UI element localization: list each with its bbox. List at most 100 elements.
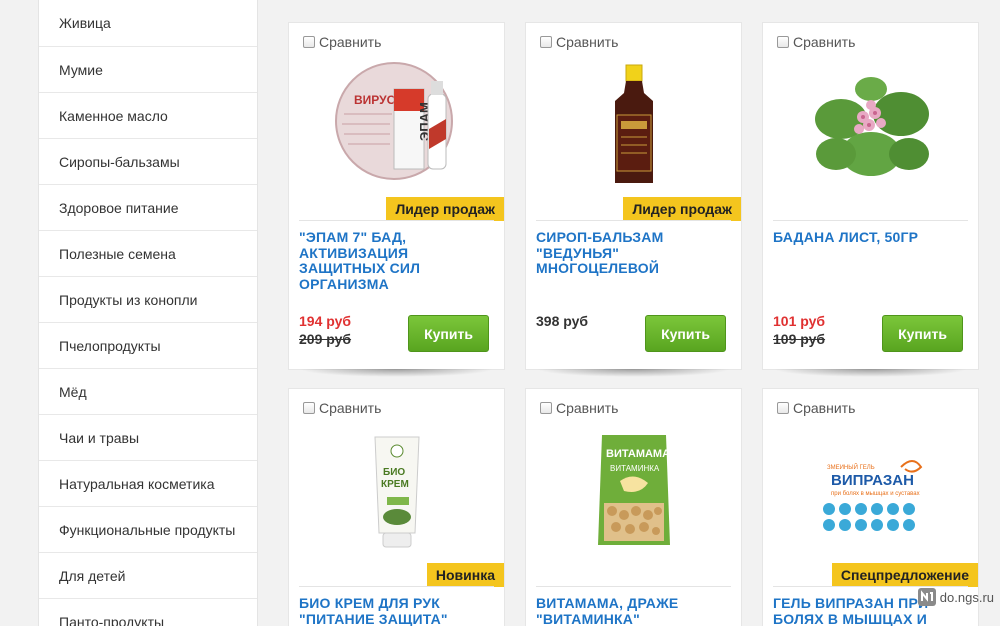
compare-label: Сравнить bbox=[319, 34, 382, 50]
checkbox-icon[interactable] bbox=[540, 402, 552, 414]
card-shadow bbox=[773, 369, 968, 377]
sidebar-item-seeds[interactable]: Полезные семена bbox=[39, 231, 257, 277]
product-price: 194 руб bbox=[299, 313, 352, 329]
buy-button[interactable]: Купить bbox=[408, 315, 489, 352]
product-price: 398 руб bbox=[536, 313, 589, 329]
card-shadow bbox=[536, 369, 731, 377]
product-title[interactable]: БИО КРЕМ ДЛЯ РУК "ПИТАНИЕ ЗАЩИТА" bbox=[299, 595, 496, 626]
compare-checkbox[interactable]: Сравнить bbox=[540, 400, 618, 416]
sidebar-item-teas[interactable]: Чаи и травы bbox=[39, 415, 257, 461]
compare-label: Сравнить bbox=[556, 34, 619, 50]
svg-text:КРЕМ: КРЕМ bbox=[381, 479, 409, 490]
site-watermark: do.ngs.ru bbox=[917, 588, 994, 606]
sidebar-item-label: Функциональные продукты bbox=[59, 521, 236, 538]
compare-checkbox[interactable]: Сравнить bbox=[303, 400, 381, 416]
sidebar-item-label: Панто-продукты bbox=[59, 613, 165, 626]
syrup-bottle-image bbox=[614, 64, 653, 183]
compare-checkbox[interactable]: Сравнить bbox=[777, 400, 855, 416]
epam-7-bottle-image: ВИРУСА Н ЭПАМ bbox=[334, 62, 453, 180]
compare-checkbox[interactable]: Сравнить bbox=[540, 34, 618, 50]
ngs-logo-icon bbox=[917, 588, 936, 606]
svg-text:ВИТАМИНКА: ВИТАМИНКА bbox=[610, 464, 660, 473]
product-title[interactable]: ВИТАМАМА, ДРАЖЕ "ВИТАМИНКА" bbox=[536, 595, 733, 626]
sidebar-item-label: Мумие bbox=[59, 61, 103, 78]
checkbox-icon[interactable] bbox=[777, 36, 789, 48]
compare-label: Сравнить bbox=[319, 400, 382, 416]
viprazan-gel-image: ЗМЕИНЫЙ ГЕЛЬ ВИПРАЗАН при болях в мышцах… bbox=[822, 460, 922, 531]
svg-text:БИО: БИО bbox=[383, 467, 405, 478]
product-image[interactable] bbox=[526, 59, 741, 189]
sidebar-item-label: Полезные семена bbox=[59, 245, 176, 262]
product-card: Сравнить Лидер продаж СИРОП-БАЛЬЗАМ "ВЕД… bbox=[525, 22, 742, 377]
compare-checkbox[interactable]: Сравнить bbox=[303, 34, 381, 50]
sidebar-item-label: Натуральная косметика bbox=[59, 475, 215, 492]
divider bbox=[773, 220, 968, 221]
watermark-text: do.ngs.ru bbox=[939, 589, 994, 605]
product-image[interactable] bbox=[763, 59, 978, 189]
sidebar-item-label: Чаи и травы bbox=[59, 429, 140, 446]
product-price: 101 руб bbox=[773, 313, 826, 329]
product-image[interactable]: ВИРУСА Н ЭПАМ bbox=[289, 59, 504, 189]
status-badge: Новинка bbox=[426, 563, 504, 587]
checkbox-icon[interactable] bbox=[303, 36, 315, 48]
svg-text:при болях в мышцах и суставах: при болях в мышцах и суставах bbox=[831, 491, 920, 497]
divider bbox=[299, 220, 494, 221]
vitamama-pack-image: ВИТАМАМА ВИТАМИНКА bbox=[597, 435, 670, 545]
sidebar-item-functional[interactable]: Функциональные продукты bbox=[39, 507, 257, 553]
sidebar-item-bee-products[interactable]: Пчелопродукты bbox=[39, 323, 257, 369]
status-badge: Спецпредложение bbox=[831, 563, 978, 587]
svg-text:ЗМЕИНЫЙ ГЕЛЬ: ЗМЕИНЫЙ ГЕЛЬ bbox=[827, 463, 875, 471]
sidebar-item-label: Для детей bbox=[59, 567, 126, 584]
divider bbox=[536, 586, 731, 587]
divider bbox=[536, 220, 731, 221]
category-sidebar: Живица Мумие Каменное масло Сиропы-бальз… bbox=[38, 0, 258, 626]
checkbox-icon[interactable] bbox=[303, 402, 315, 414]
sidebar-item-zhivitsa[interactable]: Живица bbox=[39, 0, 257, 47]
product-old-price: 109 руб bbox=[773, 331, 826, 347]
badan-plant-image bbox=[814, 77, 929, 176]
sidebar-item-label: Продукты из конопли bbox=[59, 291, 198, 308]
compare-label: Сравнить bbox=[793, 400, 856, 416]
sidebar-item-healthy-food[interactable]: Здоровое питание bbox=[39, 185, 257, 231]
product-card: Сравнить БИО КРЕМ Новинка БИО КРЕМ ДЛЯ Р… bbox=[288, 388, 505, 626]
compare-checkbox[interactable]: Сравнить bbox=[777, 34, 855, 50]
divider bbox=[299, 586, 494, 587]
product-title[interactable]: БАДАНА ЛИСТ, 50ГР bbox=[773, 229, 970, 246]
product-card: Сравнить ВИРУСА Н ЭПАМ Лидер продаж "ЭПА… bbox=[288, 22, 505, 377]
card-shadow bbox=[299, 369, 494, 377]
sidebar-item-label: Сиропы-бальзамы bbox=[59, 153, 180, 170]
product-card: Сравнить ВИТАМАМА ВИТАМИНКА ВИТАМАМА, ДР… bbox=[525, 388, 742, 626]
status-badge: Лидер продаж bbox=[386, 197, 504, 221]
svg-text:ВИТАМАМА: ВИТАМАМА bbox=[606, 448, 670, 460]
product-title[interactable]: "ЭПАМ 7" БАД, АКТИВИЗАЦИЯ ЗАЩИТНЫХ СИЛ О… bbox=[299, 229, 496, 292]
compare-label: Сравнить bbox=[556, 400, 619, 416]
sidebar-item-label: Пчелопродукты bbox=[59, 337, 161, 354]
product-image[interactable]: ЗМЕИНЫЙ ГЕЛЬ ВИПРАЗАН при болях в мышцах… bbox=[763, 425, 978, 555]
svg-text:ВИПРАЗАН: ВИПРАЗАН bbox=[831, 472, 914, 489]
sidebar-item-kids[interactable]: Для детей bbox=[39, 553, 257, 599]
product-image[interactable]: ВИТАМАМА ВИТАМИНКА bbox=[526, 425, 741, 555]
buy-button[interactable]: Купить bbox=[645, 315, 726, 352]
sidebar-item-label: Здоровое питание bbox=[59, 199, 179, 216]
divider bbox=[773, 586, 968, 587]
product-title[interactable]: СИРОП-БАЛЬЗАМ "ВЕДУНЬЯ" МНОГОЦЕЛЕВОЙ bbox=[536, 229, 733, 277]
product-card: Сравнить БАДАНА ЛИСТ, 50ГР 101 руб 109 р… bbox=[762, 22, 979, 377]
sidebar-item-honey[interactable]: Мёд bbox=[39, 369, 257, 415]
sidebar-item-syrups[interactable]: Сиропы-бальзамы bbox=[39, 139, 257, 185]
product-image[interactable]: БИО КРЕМ bbox=[289, 425, 504, 555]
sidebar-item-cosmetics[interactable]: Натуральная косметика bbox=[39, 461, 257, 507]
sidebar-item-mumie[interactable]: Мумие bbox=[39, 47, 257, 93]
sidebar-item-stone-oil[interactable]: Каменное масло bbox=[39, 93, 257, 139]
checkbox-icon[interactable] bbox=[777, 402, 789, 414]
sidebar-item-label: Каменное масло bbox=[59, 107, 168, 124]
product-old-price: 209 руб bbox=[299, 331, 352, 347]
sidebar-item-label: Мёд bbox=[59, 383, 87, 400]
status-badge: Лидер продаж bbox=[623, 197, 741, 221]
sidebar-item-hemp[interactable]: Продукты из конопли bbox=[39, 277, 257, 323]
sidebar-item-label: Живица bbox=[59, 15, 111, 31]
bio-cream-tube-image: БИО КРЕМ bbox=[373, 436, 420, 548]
compare-label: Сравнить bbox=[793, 34, 856, 50]
buy-button[interactable]: Купить bbox=[882, 315, 963, 352]
checkbox-icon[interactable] bbox=[540, 36, 552, 48]
sidebar-item-panto[interactable]: Панто-продукты bbox=[39, 599, 257, 626]
